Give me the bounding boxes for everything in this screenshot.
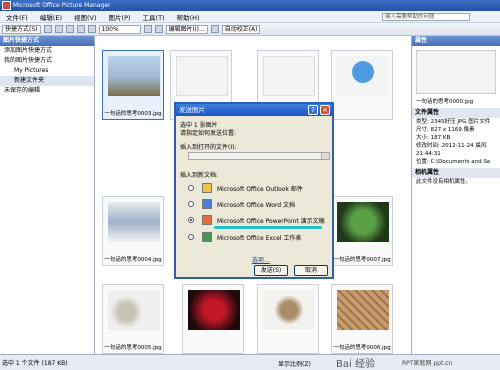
shortcuts-header: 图片快捷方式 bbox=[0, 36, 94, 46]
shortcut-button[interactable]: 快捷方式(S) bbox=[2, 24, 41, 34]
menu-edit[interactable]: 编辑(E) bbox=[34, 12, 68, 22]
outlook-radio[interactable] bbox=[188, 185, 194, 191]
prop-dimensions: 尺寸: 827 x 1169 像素 bbox=[416, 127, 475, 133]
save-icon[interactable] bbox=[54, 25, 63, 33]
properties-pane: 属性 一句话的思考0000.jpg 文件属性 类型: 2345好压 JPG 图片… bbox=[411, 36, 500, 354]
thumbnail-image bbox=[263, 56, 315, 96]
thumbnail-image bbox=[337, 290, 389, 330]
file-name: 一句话的思考0000.jpg bbox=[416, 99, 474, 105]
add-shortcut-link[interactable]: 添加图片快捷方式 bbox=[0, 46, 94, 56]
send-picture-dialog: 发送图片 ? × 选中 1 张图片 请指定如何发送位置: 插入到打开的文件(I)… bbox=[174, 102, 334, 279]
view-icon[interactable] bbox=[87, 25, 96, 33]
thumbnail-caption: 一句话的思考0004.jpg bbox=[104, 257, 162, 263]
thumbnail-caption: 一句话的思考0006.jpg bbox=[333, 345, 391, 351]
edit-pictures-button[interactable]: 编辑图片(I)... bbox=[165, 24, 208, 34]
window-title: Microsoft Office Picture Manager bbox=[13, 2, 111, 9]
excel-icon bbox=[202, 232, 212, 242]
thumbnail[interactable]: 一句话的思考0006.jpg bbox=[331, 284, 393, 354]
word-radio[interactable] bbox=[188, 201, 194, 207]
option-outlook[interactable]: Microsoft Office Outlook 邮件 bbox=[217, 184, 303, 193]
powerpoint-icon bbox=[202, 215, 212, 225]
option-excel[interactable]: Microsoft Office Excel 工作表 bbox=[217, 233, 301, 242]
thumbnail-image bbox=[263, 290, 315, 330]
word-icon bbox=[202, 199, 212, 209]
prop-type: 类型: 2345好压 JPG 图片文件 bbox=[416, 119, 491, 125]
thumbnail-caption: 一句话的思考0007.jpg bbox=[333, 257, 391, 263]
properties-header: 属性 bbox=[412, 36, 500, 46]
thumbnail-image bbox=[337, 56, 389, 96]
status-bar: 选中 1 个文件 (187 KB) 显示比例(Z) Bai 经验 RPT家庭网 … bbox=[0, 354, 500, 370]
prop-size: 大小: 187 KB bbox=[416, 135, 451, 141]
delete-icon[interactable] bbox=[76, 25, 85, 33]
thumbnail-caption: 一句话的思考0003.jpg bbox=[104, 111, 162, 117]
excel-radio[interactable] bbox=[188, 234, 194, 240]
unsaved-edits-item[interactable]: 未保存的编辑 bbox=[0, 86, 94, 96]
menu-view[interactable]: 视图(V) bbox=[68, 12, 103, 22]
crop-icon[interactable] bbox=[210, 25, 219, 33]
help-search-box[interactable]: 键入需要帮助的问题 bbox=[382, 13, 470, 21]
shortcuts-pane: 图片快捷方式 添加图片快捷方式 我的图片快捷方式 My Pictures 新建文… bbox=[0, 36, 95, 354]
zoom-label[interactable]: 显示比例(Z) bbox=[278, 359, 311, 368]
thumbnail[interactable] bbox=[257, 284, 319, 354]
status-text: 选中 1 个文件 (187 KB) bbox=[2, 360, 68, 367]
option-powerpoint[interactable]: Microsoft Office PowerPoint 演示文稿 bbox=[217, 216, 325, 225]
thumbnail-image bbox=[337, 202, 389, 242]
dialog-close-icon[interactable]: × bbox=[320, 105, 330, 115]
options-link[interactable]: 选项... bbox=[252, 255, 270, 264]
camera-properties-text: 此文件没有相机属性。 bbox=[416, 179, 472, 185]
thumbnail-caption: 一句话的思考0005.jpg bbox=[104, 345, 162, 351]
watermark-site: RPT家庭网 ppt.cn bbox=[402, 360, 453, 367]
prop-time: 21:44:31 bbox=[416, 151, 441, 157]
auto-correct-button[interactable]: 自动校正(A) bbox=[221, 24, 261, 34]
send-button[interactable]: 发送(S) bbox=[254, 265, 288, 276]
open-file-dropdown[interactable] bbox=[188, 152, 330, 160]
undo-icon[interactable] bbox=[65, 25, 74, 33]
option-word[interactable]: Microsoft Office Word 文档 bbox=[217, 200, 295, 209]
zoom-select[interactable]: 100% bbox=[98, 24, 141, 34]
menu-help[interactable]: 帮助(H) bbox=[171, 12, 206, 22]
menu-picture[interactable]: 图片(P) bbox=[103, 12, 137, 22]
toolbar: 快捷方式(S) 100% 编辑图片(I)... 自动校正(A) bbox=[0, 23, 500, 36]
thumbnail[interactable] bbox=[182, 284, 244, 354]
thumbnail-image bbox=[108, 202, 160, 242]
instruction-text: 请指定如何发送位置: bbox=[180, 130, 237, 137]
menu-bar: 文件(F) 编辑(E) 视图(V) 图片(P) 工具(T) 帮助(H) 键入需要… bbox=[0, 11, 500, 23]
thumbnail-image bbox=[188, 290, 240, 330]
thumbnail[interactable]: 一句话的思考0004.jpg bbox=[102, 196, 164, 266]
thumbnail-image bbox=[176, 56, 228, 96]
my-pictures-item[interactable]: My Pictures bbox=[0, 66, 94, 76]
file-properties-header: 文件属性 bbox=[412, 108, 500, 118]
title-bar: Microsoft Office Picture Manager bbox=[0, 0, 500, 11]
thumbnail[interactable]: 一句话的思考0007.jpg bbox=[331, 196, 393, 266]
outlook-icon bbox=[202, 183, 212, 193]
thumbnail-image bbox=[108, 290, 160, 330]
powerpoint-radio[interactable] bbox=[188, 217, 194, 223]
dialog-help-icon[interactable]: ? bbox=[308, 105, 318, 115]
open-file-label: 插入到打开的文件(I): bbox=[180, 144, 237, 151]
rotate-left-icon[interactable] bbox=[143, 25, 152, 33]
my-shortcuts-item[interactable]: 我的图片快捷方式 bbox=[0, 56, 94, 66]
thumbnail-image bbox=[108, 56, 160, 96]
watermark-brand: Bai 经验 bbox=[336, 359, 375, 370]
thumbnail[interactable]: 一句话的思考0005.jpg bbox=[102, 284, 164, 354]
camera-properties-header: 相机属性 bbox=[412, 168, 500, 178]
new-doc-label: 插入到新文档: bbox=[180, 172, 219, 179]
menu-file[interactable]: 文件(F) bbox=[0, 12, 34, 22]
new-folder-item[interactable]: 新建文件夹 bbox=[0, 76, 94, 86]
cancel-button[interactable]: 取消 bbox=[294, 265, 328, 276]
thumbnail[interactable]: 一句话的思考0003.jpg bbox=[102, 50, 164, 120]
prop-modified: 修改时间: 2012-11-24 晨风 bbox=[416, 143, 487, 149]
app-icon bbox=[2, 1, 11, 10]
menu-tools[interactable]: 工具(T) bbox=[137, 12, 171, 22]
preview-image bbox=[416, 50, 496, 94]
annotation-underline bbox=[214, 226, 322, 229]
copy-icon[interactable] bbox=[43, 25, 52, 33]
thumbnail[interactable] bbox=[331, 50, 393, 120]
prop-location: 位置: C:\Documents and Se bbox=[416, 159, 491, 165]
rotate-right-icon[interactable] bbox=[154, 25, 163, 33]
chevron-down-icon bbox=[321, 153, 329, 159]
picture-manager-window: Microsoft Office Picture Manager 文件(F) 编… bbox=[0, 0, 500, 370]
